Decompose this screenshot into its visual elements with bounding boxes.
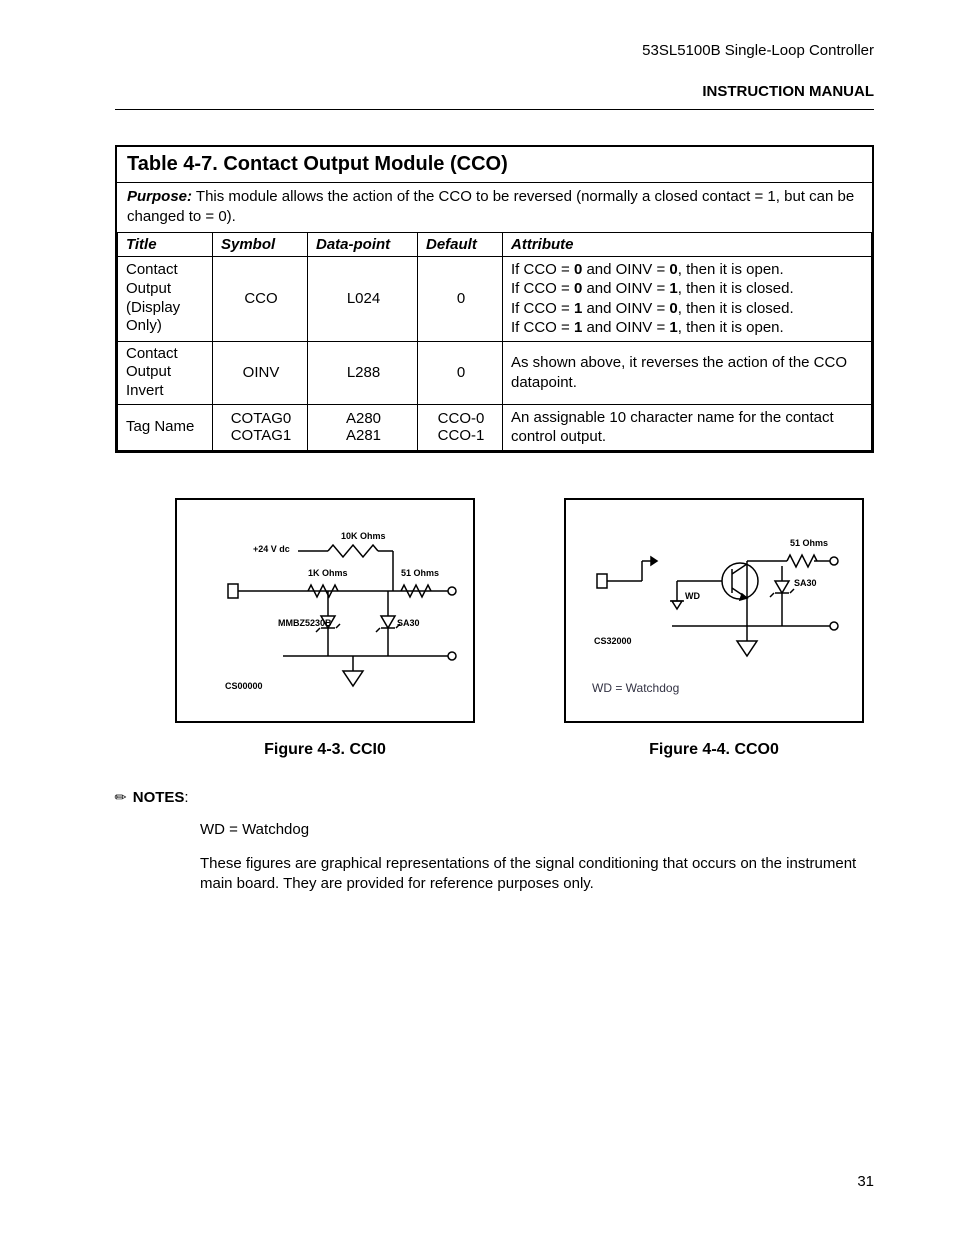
notes-heading: NOTES: [133, 789, 189, 806]
figure-caption-cco0: Figure 4-4. CCO0 [564, 741, 864, 759]
label-v: +24 V dc [253, 544, 290, 554]
table-title: Table 4-7. Contact Output Module (CCO) [117, 147, 872, 182]
figure-cci0: +24 V dc 10K Ohms 1K Ohms 51 Ohms MMBZ52… [175, 498, 475, 723]
label-legend: WD = Watchdog [592, 681, 679, 695]
manual-title: INSTRUCTION MANUAL [115, 81, 874, 104]
figure-cco0: 51 Ohms SA30 WD CS32000 WD = Watchdog [564, 498, 864, 723]
table-row: Tag NameCOTAG0COTAG1A280A281CCO-0CCO-1An… [118, 404, 872, 450]
label-r3: 51 Ohms [401, 568, 439, 578]
label-r1: 10K Ohms [341, 531, 386, 541]
pencil-icon: ✎ [111, 787, 131, 807]
label-d1: MMBZ5230B [278, 618, 332, 628]
table-row: Contact Output (Display Only)CCOL0240If … [118, 256, 872, 341]
figure-caption-cci0: Figure 4-3. CCI0 [175, 741, 475, 759]
col-attribute: Attribute [503, 232, 872, 256]
label-src: CS32000 [594, 636, 632, 646]
table-row: Contact Output InvertOINVL2880As shown a… [118, 341, 872, 404]
col-symbol: Symbol [213, 232, 308, 256]
table-cco: Table 4-7. Contact Output Module (CCO) P… [115, 145, 874, 453]
label-wd: WD [685, 591, 700, 601]
table-purpose: Purpose: This module allows the action o… [117, 182, 872, 232]
header-rule [115, 109, 874, 110]
data-table: Title Symbol Data-point Default Attribut… [117, 232, 872, 451]
page-number: 31 [857, 1173, 874, 1190]
label-r: 51 Ohms [790, 538, 828, 548]
col-title: Title [118, 232, 213, 256]
doc-title: 53SL5100B Single-Loop Controller [115, 40, 874, 63]
col-datapoint: Data-point [308, 232, 418, 256]
label-r2: 1K Ohms [308, 568, 348, 578]
label-src: CS00000 [225, 681, 263, 691]
notes-body: WD = Watchdog These figures are graphica… [200, 820, 874, 895]
col-default: Default [418, 232, 503, 256]
label-d2: SA30 [397, 618, 420, 628]
label-d: SA30 [794, 578, 817, 588]
